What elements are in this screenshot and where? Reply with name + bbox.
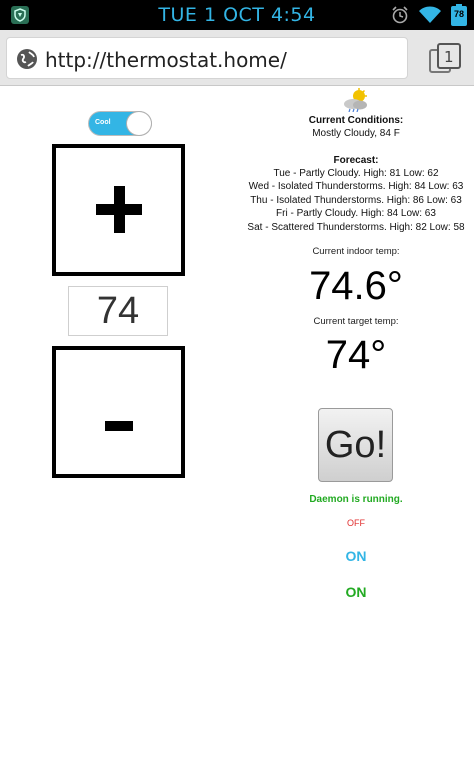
- mode-toggle[interactable]: Cool: [88, 111, 152, 136]
- on-status-fan: ON: [345, 584, 367, 600]
- setpoint-field[interactable]: 74: [68, 286, 168, 336]
- mode-toggle-label: Cool: [95, 119, 111, 126]
- browser-toolbar: http://thermostat.home/ 1: [0, 30, 474, 86]
- off-status: OFF: [347, 518, 365, 528]
- forecast-item: Wed - Isolated Thunderstorms. High: 84 L…: [248, 181, 464, 193]
- tabs-button[interactable]: 1: [428, 42, 462, 76]
- battery-level: 78: [453, 9, 464, 19]
- forecast-item: Fri - Partly Cloudy. High: 84 Low: 63: [276, 208, 436, 220]
- minus-icon: [105, 421, 133, 431]
- url-field[interactable]: http://thermostat.home/: [6, 37, 408, 79]
- tabs-count: 1: [444, 48, 454, 66]
- globe-icon: [17, 49, 37, 69]
- decrease-temp-button[interactable]: [52, 346, 185, 478]
- partly-cloudy-icon: [344, 88, 367, 112]
- forecast-item: Sat - Scattered Thunderstorms. High: 82 …: [247, 221, 465, 233]
- url-text[interactable]: http://thermostat.home/: [45, 48, 287, 72]
- increase-temp-button[interactable]: [52, 144, 185, 276]
- indoor-temp-value: 74.6°: [309, 264, 403, 308]
- forecast-item: Thu - Isolated Thunderstorms. High: 86 L…: [250, 194, 462, 206]
- target-temp-value: 74°: [325, 333, 387, 377]
- forecast-list: Tue - Partly Cloudy. High: 81 Low: 62 We…: [240, 167, 472, 234]
- status-bar: TUE 1 OCT 4:54 78: [0, 0, 474, 30]
- on-status-cool: ON: [345, 548, 367, 564]
- daemon-status: Daemon is running.: [309, 494, 403, 505]
- target-temp-label: Current target temp:: [313, 316, 399, 327]
- forecast-item: Tue - Partly Cloudy. High: 81 Low: 62: [273, 168, 439, 179]
- plus-icon-vertical: [114, 186, 125, 233]
- alarm-clock-icon: [392, 6, 408, 24]
- toggle-knob[interactable]: [126, 111, 152, 136]
- current-conditions-title: Current Conditions:: [308, 115, 404, 126]
- battery-icon: 78: [450, 4, 468, 26]
- wifi-icon: [419, 6, 441, 23]
- indoor-temp-label: Current indoor temp:: [312, 246, 400, 257]
- forecast-title: Forecast:: [333, 155, 379, 166]
- status-icons: 78: [390, 4, 468, 26]
- go-button[interactable]: Go!: [318, 408, 393, 482]
- current-conditions-text: Mostly Cloudy, 84 F: [312, 128, 400, 139]
